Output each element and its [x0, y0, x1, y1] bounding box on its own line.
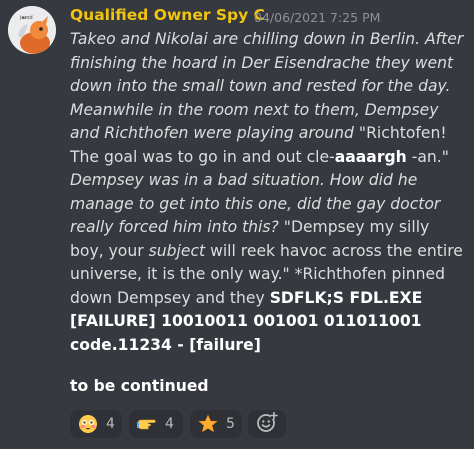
reaction-flushed-face[interactable]: 4 — [70, 410, 122, 438]
author-name[interactable]: Qualified Owner Spy C — [70, 6, 265, 24]
message-content: Takeo and Nikolai are chilling down in B… — [70, 28, 464, 357]
avatar-image: jerod — [8, 6, 56, 54]
reaction-pointing-right[interactable]: 4 — [129, 410, 183, 438]
add-reaction-button[interactable] — [248, 410, 286, 438]
text-segment: subject — [148, 241, 206, 260]
backhand-index-pointing-right-icon — [137, 414, 157, 434]
flushed-face-icon — [78, 414, 98, 434]
reaction-count: 5 — [226, 416, 235, 432]
reaction-count: 4 — [106, 416, 115, 432]
text-segment-bold: aaaargh — [334, 147, 407, 166]
avatar[interactable]: jerod — [8, 6, 56, 54]
message-footer-text: to be continued — [70, 377, 209, 395]
reaction-count: 4 — [165, 416, 174, 432]
add-reaction-icon — [256, 411, 278, 437]
timestamp: 04/06/2021 7:25 PM — [254, 10, 381, 25]
star-icon — [198, 414, 218, 434]
reaction-star[interactable]: 5 — [190, 410, 242, 438]
svg-text:jerod: jerod — [19, 15, 33, 21]
text-segment: -an." — [406, 147, 449, 166]
